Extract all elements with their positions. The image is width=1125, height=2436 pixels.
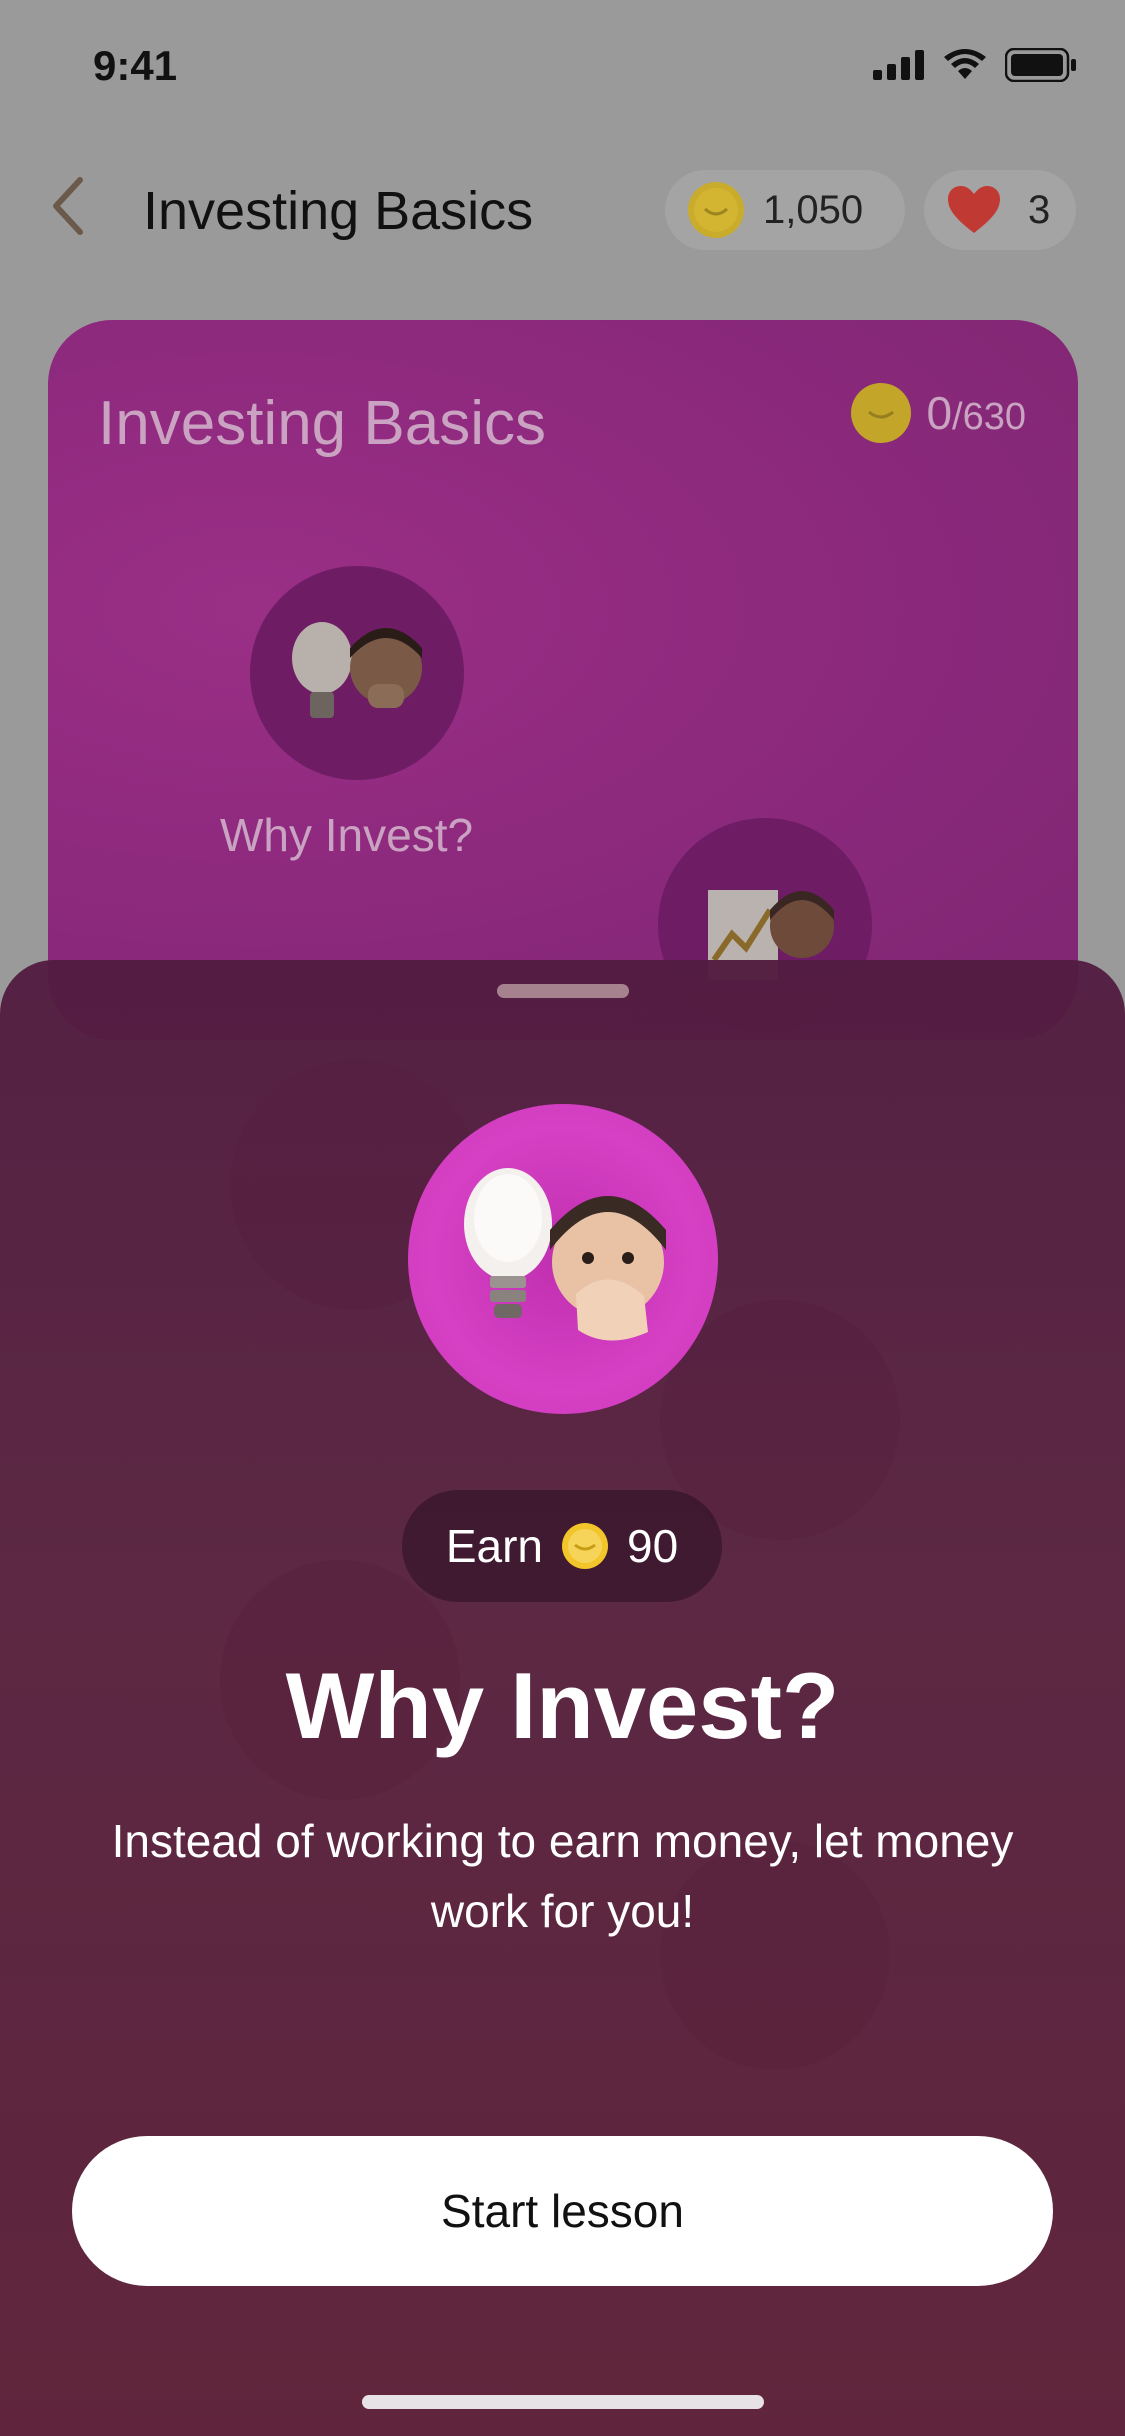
status-time: 9:41 xyxy=(93,42,178,89)
coin-icon xyxy=(688,182,744,238)
status-icons xyxy=(873,48,1077,82)
start-lesson-button[interactable]: Start lesson xyxy=(72,2136,1053,2286)
home-indicator[interactable] xyxy=(362,2395,764,2409)
face-icon xyxy=(464,1168,666,1341)
wifi-icon xyxy=(944,49,986,79)
sheet-grabber[interactable] xyxy=(497,984,629,998)
coins-count: 1,050 xyxy=(763,187,864,232)
lives-pill[interactable]: 3 xyxy=(924,170,1076,250)
heart-icon xyxy=(948,186,1000,233)
card-coin-progress: 0/630 xyxy=(850,382,1026,444)
earn-amount: 90 xyxy=(627,1520,679,1572)
back-chevron-icon[interactable] xyxy=(48,176,88,236)
earn-reward-badge: Earn 90 xyxy=(402,1490,722,1602)
lesson-title: Why Invest? xyxy=(285,1653,840,1758)
signal-icon xyxy=(873,50,924,80)
card-title: Investing Basics xyxy=(98,389,546,458)
lesson-node-why-invest[interactable] xyxy=(250,566,464,780)
lesson-description: Instead of working to earn money, let mo… xyxy=(111,1815,1014,1937)
coins-earned: 0 xyxy=(926,387,953,439)
lives-count: 3 xyxy=(1028,187,1051,232)
header-title: Investing Basics xyxy=(143,181,534,241)
coins-pill[interactable]: 1,050 xyxy=(665,170,905,250)
lesson-hero-badge xyxy=(408,1104,718,1414)
lightbulb-icon xyxy=(292,622,422,718)
coin-icon xyxy=(851,383,912,443)
lesson-label: Why Invest? xyxy=(220,809,474,861)
coin-icon xyxy=(562,1523,608,1569)
battery-icon xyxy=(1005,48,1076,82)
coins-total: /630 xyxy=(952,396,1026,438)
earn-label: Earn xyxy=(445,1520,543,1572)
course-card: Investing Basics 0/630 Why Invest? xyxy=(48,320,1078,1040)
start-lesson-label: Start lesson xyxy=(441,2185,684,2237)
